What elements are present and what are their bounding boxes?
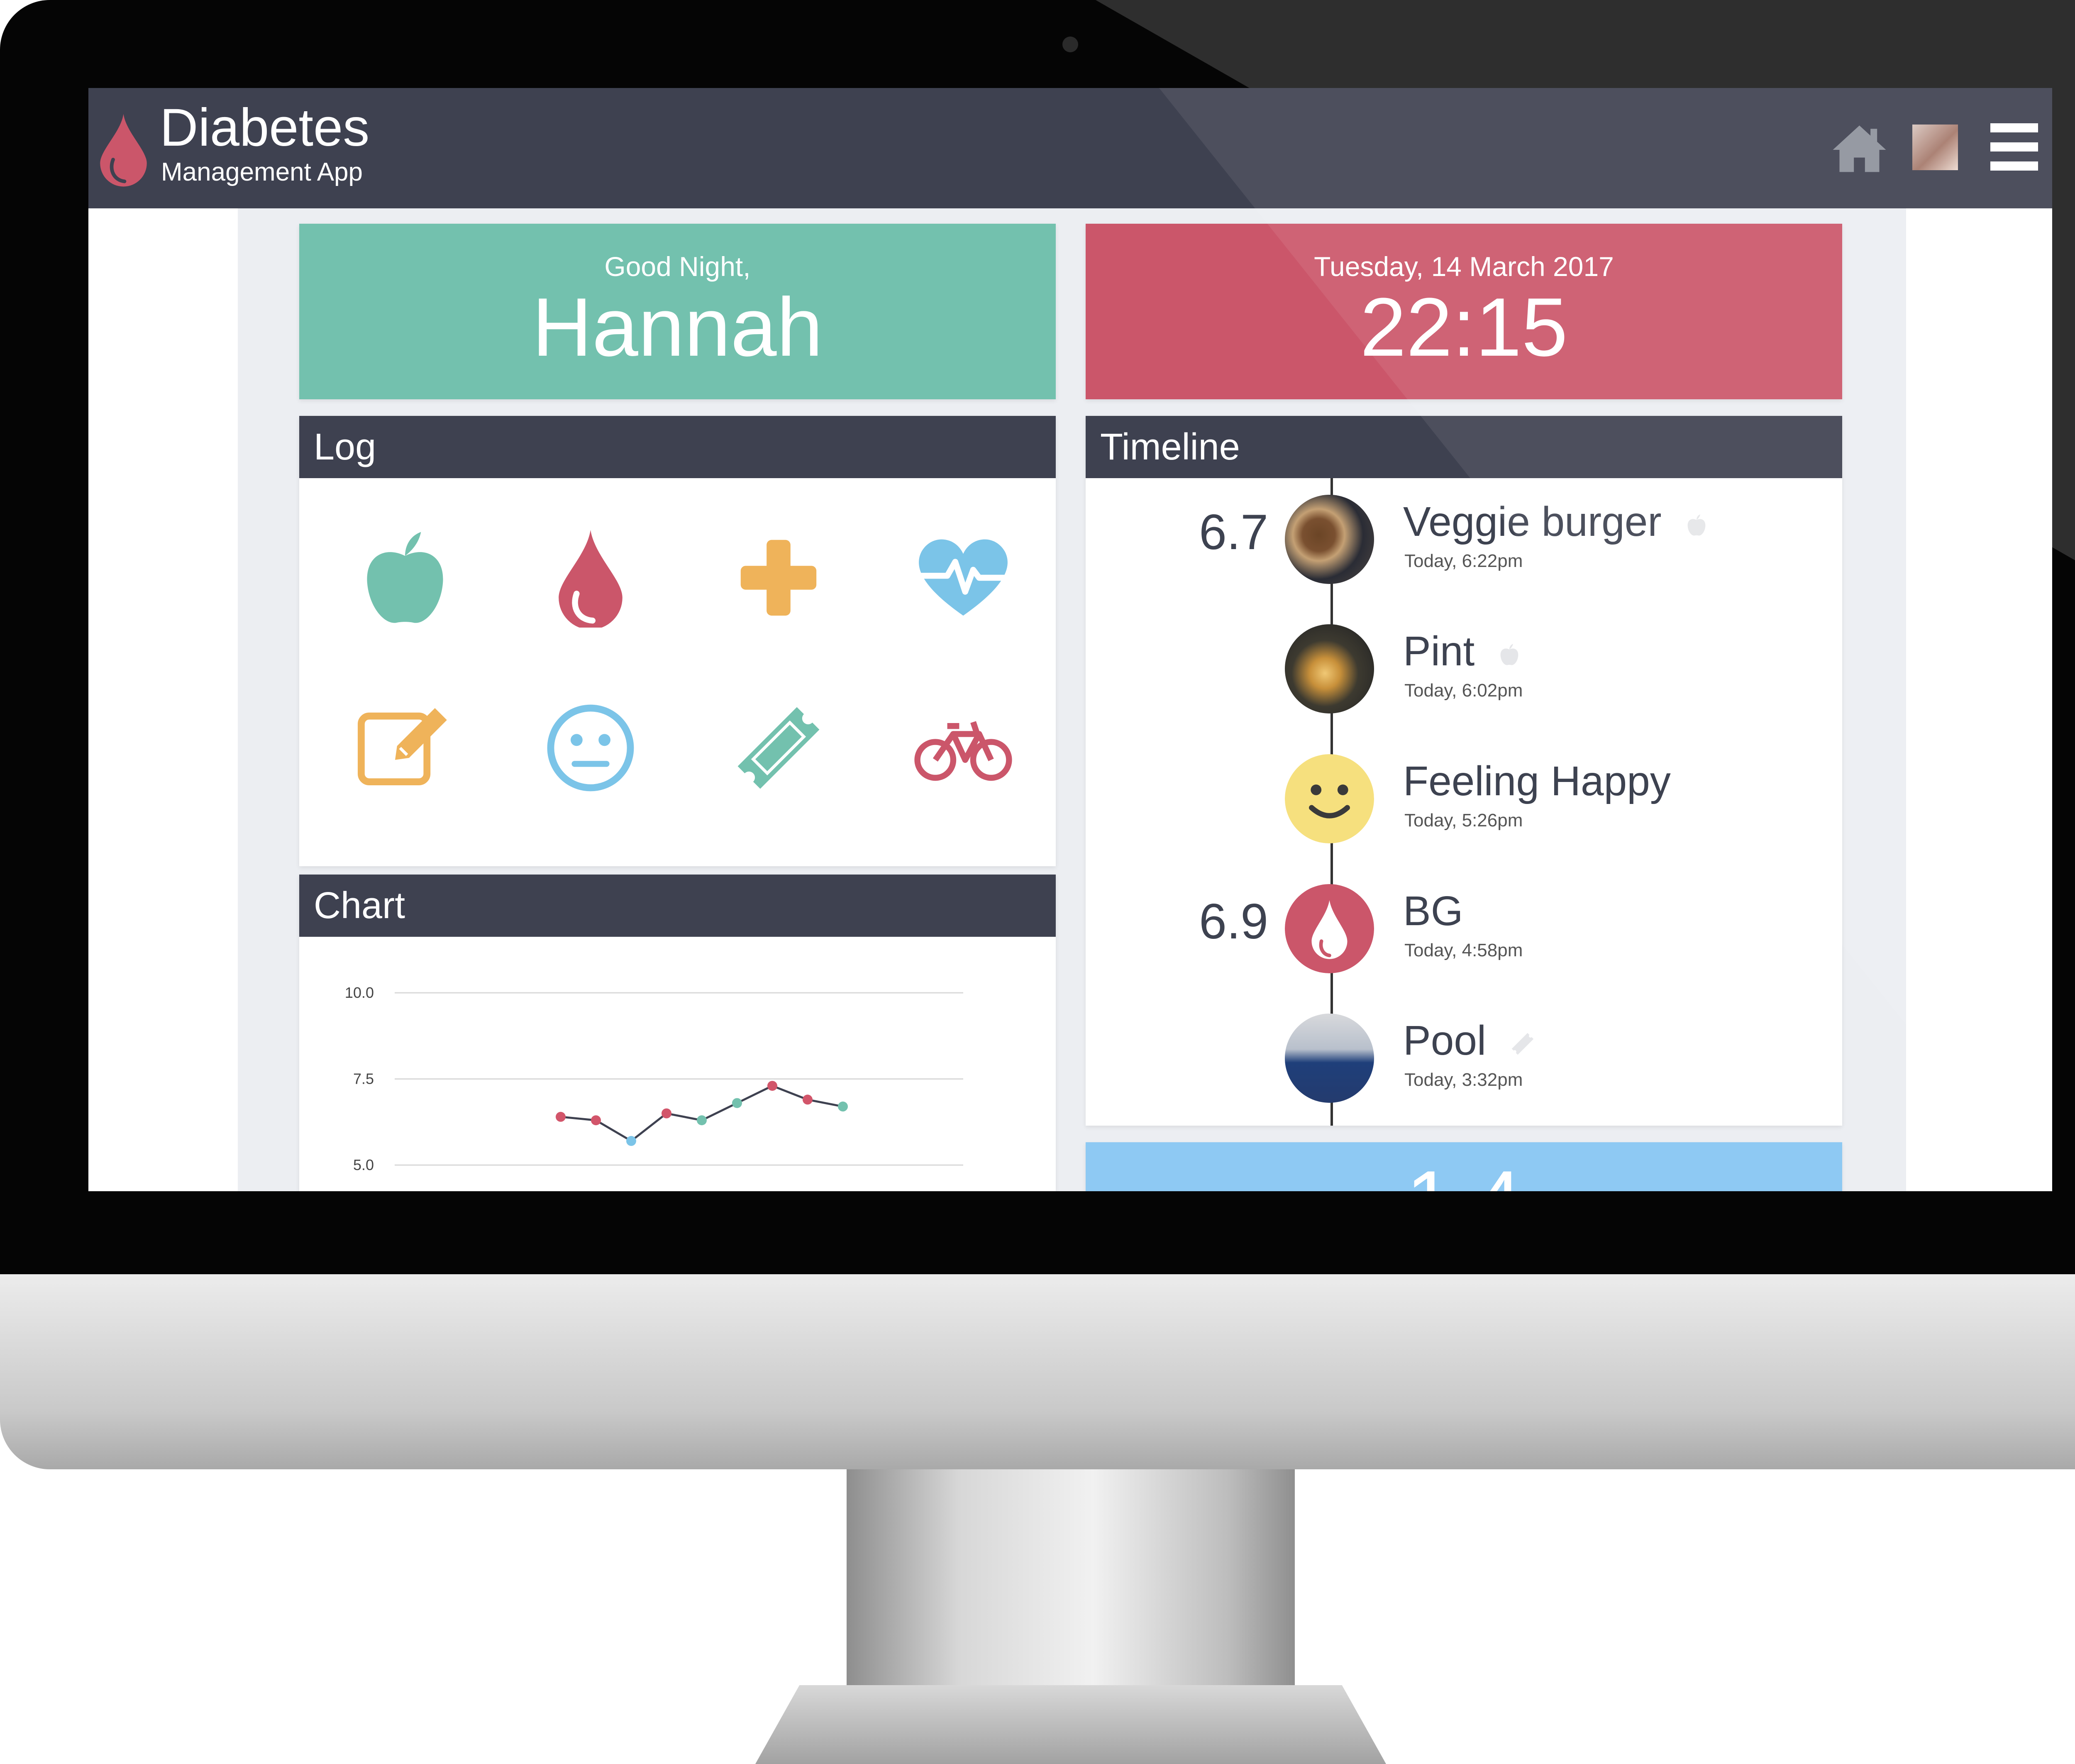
food-photo xyxy=(1285,495,1374,584)
chart-point[interactable] xyxy=(556,1112,566,1122)
plus-icon[interactable] xyxy=(729,528,828,628)
datetime-card: Tuesday, 14 March 2017 22:15 xyxy=(1086,224,1842,399)
navbar: Diabetes Management App xyxy=(88,88,2052,208)
timeline-entry-time: Today, 6:02pm xyxy=(1404,680,1523,701)
home-icon[interactable] xyxy=(1831,123,1887,173)
log-panel: Log xyxy=(299,416,1056,866)
timeline-entry-title: Feeling Happy xyxy=(1403,758,1671,804)
app-subtitle: Management App xyxy=(161,158,363,186)
drop-icon xyxy=(100,114,147,187)
timeline-entry-time: Today, 3:32pm xyxy=(1404,1070,1523,1090)
apple-icon xyxy=(1687,514,1705,535)
timeline-entry-title: Pint xyxy=(1403,630,1521,672)
timeline-entry-title: BG xyxy=(1403,888,1463,934)
chart-series-line xyxy=(560,1085,843,1142)
bicycle-icon[interactable] xyxy=(913,698,1013,798)
chart-point[interactable] xyxy=(591,1115,601,1126)
chart-point[interactable] xyxy=(662,1108,671,1119)
timeline-entry-title: Pool xyxy=(1403,1020,1536,1061)
menu-icon[interactable] xyxy=(1990,123,2038,171)
chart-tick-label: 7.5 xyxy=(353,1070,374,1087)
blood-drop-icon xyxy=(1285,884,1374,973)
chart-tick-label: 10.0 xyxy=(345,984,374,1001)
timeline-panel: Timeline 6.7 Veggie burger Today, 6:22pm… xyxy=(1086,416,1842,1126)
edit-icon[interactable] xyxy=(355,698,455,798)
chart-panel: Chart 5.0 7.5 10.0 xyxy=(299,875,1056,1191)
drink-photo xyxy=(1285,624,1374,713)
chart-tick-label: 5.0 xyxy=(353,1156,374,1173)
timeline-entry[interactable]: Pint Today, 6:02pm xyxy=(1086,608,1842,716)
time-label: 22:15 xyxy=(1360,281,1568,374)
pool-photo xyxy=(1285,1014,1374,1103)
heart-pulse-icon[interactable] xyxy=(913,528,1013,628)
app-title: Diabetes xyxy=(160,98,370,157)
chart-title: Chart xyxy=(299,875,1056,937)
timeline-entry-time: Today, 5:26pm xyxy=(1404,810,1523,831)
chart-point[interactable] xyxy=(803,1095,813,1105)
timeline-entry[interactable]: 6.7 Veggie burger Today, 6:22pm xyxy=(1086,478,1842,586)
timeline-entry[interactable]: Feeling Happy Today, 5:26pm xyxy=(1086,738,1842,845)
chart-point[interactable] xyxy=(838,1101,848,1112)
chart-point[interactable] xyxy=(767,1081,777,1091)
happy-face-icon xyxy=(1285,754,1374,843)
ticket-icon[interactable] xyxy=(729,698,828,798)
greeting-name: Hannah xyxy=(532,281,823,374)
monitor-stand xyxy=(847,1469,1295,1685)
greeting-label: Good Night, xyxy=(604,251,751,282)
timeline-value: 6.9 xyxy=(1199,894,1268,949)
greeting-card: Good Night, Hannah xyxy=(299,224,1056,399)
timeline-entry[interactable]: Pool Today, 3:32pm xyxy=(1086,997,1842,1105)
timeline-title: Timeline xyxy=(1086,416,1842,478)
log-title: Log xyxy=(299,416,1056,478)
chart-point[interactable] xyxy=(732,1098,742,1108)
monitor-chin xyxy=(0,1274,2075,1469)
date-label: Tuesday, 14 March 2017 xyxy=(1314,251,1614,282)
ticket-icon xyxy=(1511,1033,1534,1055)
avatar[interactable] xyxy=(1912,125,1958,170)
camera xyxy=(1062,37,1078,52)
summary-card: 1.4 xyxy=(1086,1142,1842,1191)
chart-point[interactable] xyxy=(697,1115,707,1126)
screen: Diabetes Management App Good Night, Hann… xyxy=(88,88,2052,1191)
blood-drop-icon[interactable] xyxy=(541,528,640,628)
timeline-entry-title: Veggie burger xyxy=(1403,501,1708,542)
monitor-foot xyxy=(755,1685,1386,1764)
apple-icon xyxy=(1500,643,1518,665)
chart-point[interactable] xyxy=(626,1136,636,1146)
timeline-entry[interactable]: 6.9 BG Today, 4:58pm xyxy=(1086,867,1842,975)
apple-icon[interactable] xyxy=(355,528,455,628)
timeline-entry-time: Today, 6:22pm xyxy=(1404,551,1523,571)
neutral-face-icon[interactable] xyxy=(541,698,640,798)
timeline-value: 6.7 xyxy=(1199,504,1268,560)
summary-value: 1.4 xyxy=(1086,1159,1842,1192)
line-chart: 5.0 7.5 10.0 xyxy=(345,984,963,1173)
timeline-entry-time: Today, 4:58pm xyxy=(1404,940,1523,960)
